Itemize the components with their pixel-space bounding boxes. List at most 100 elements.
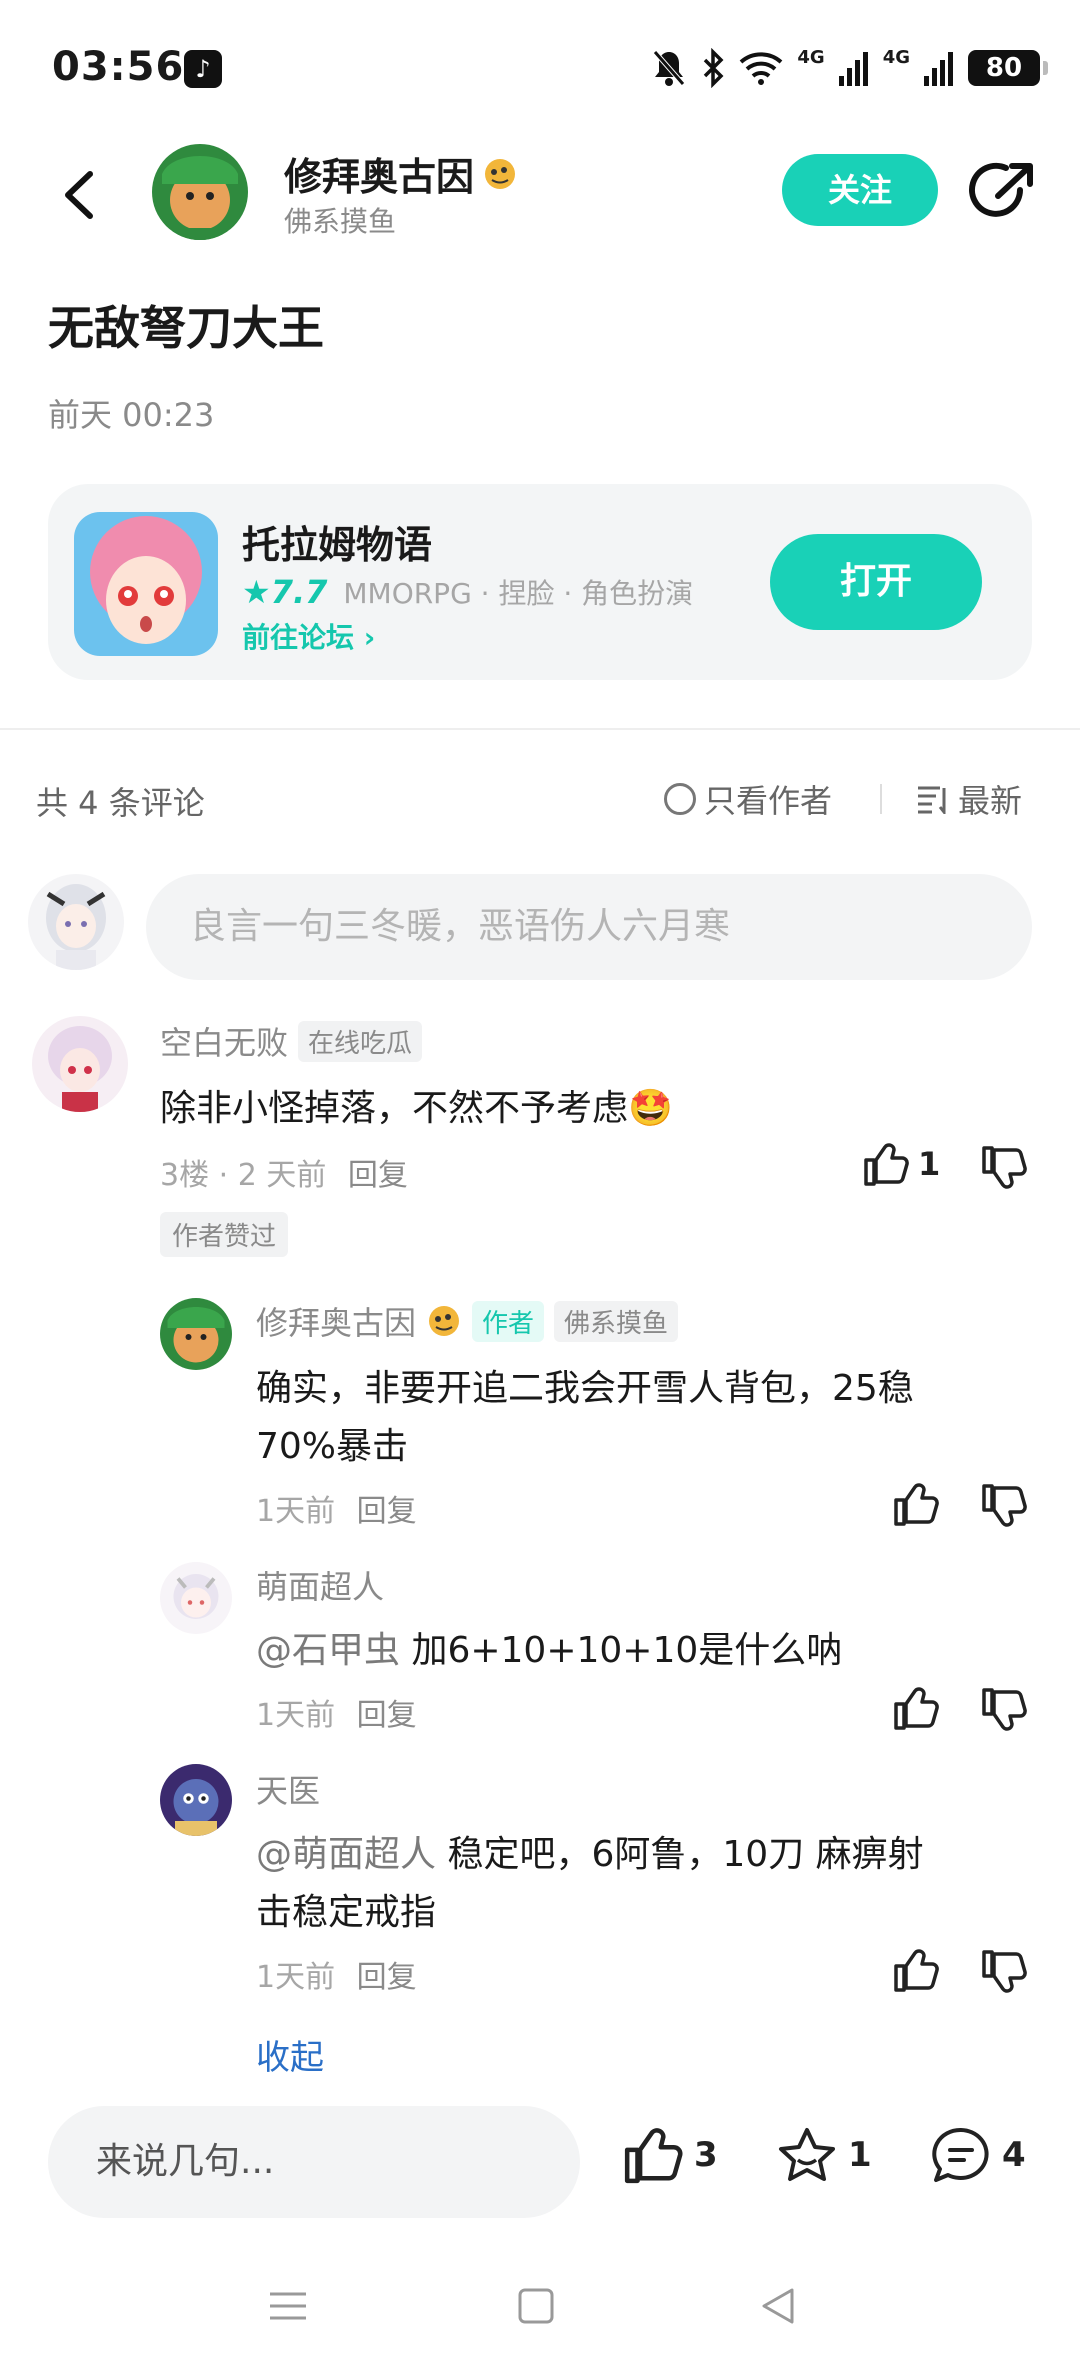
comment-floor-time: 3楼 · 2 天前 (160, 1158, 327, 1193)
replier-name[interactable]: 天医 (256, 1766, 320, 1812)
star-icon (779, 2128, 835, 2181)
post-header: 修拜奥古因 佛系摸鱼 关注 (0, 140, 1080, 250)
reply-text: @石甲虫 加6+10+10+10是什么呐 (256, 1622, 842, 1680)
author-only-toggle[interactable]: 只看作者 (664, 776, 832, 822)
sort-label: 最新 (958, 782, 1023, 820)
battery-indicator: 80 (968, 50, 1048, 86)
level-badge-icon (429, 1306, 460, 1336)
replier-avatar[interactable] (160, 1298, 232, 1370)
radio-icon (664, 783, 696, 815)
replier-avatar[interactable] (160, 1764, 232, 1836)
thumbs-up-icon (864, 1143, 909, 1186)
replier-name-text: 修拜奥古因 (256, 1304, 417, 1342)
author-name-text: 修拜奥古因 (284, 155, 475, 199)
chevron-left-icon (65, 171, 93, 219)
author-liked-tag: 作者赞过 (160, 1212, 289, 1257)
home-icon[interactable] (516, 2286, 556, 2326)
replier-name-text: 天医 (256, 1772, 321, 1810)
system-nav-bar (0, 2242, 1080, 2377)
section-divider (0, 728, 1080, 730)
reply-text-line: 70%暴击 (256, 1426, 409, 1467)
sort-button[interactable]: 最新 (916, 776, 1022, 822)
post-comment-button[interactable]: 4 (930, 2126, 1026, 2184)
commenter-name[interactable]: 空白无败 在线吃瓜 (160, 1018, 423, 1064)
share-button[interactable] (968, 160, 1038, 226)
network-type-2: 4G (882, 47, 910, 68)
author-name[interactable]: 修拜奥古因 (284, 146, 518, 201)
post-title: 无敌弩刀大王 (48, 301, 324, 355)
post-like-count: 3 (694, 2135, 718, 2175)
reply-text-body: 稳定吧，6阿鲁，10刀 麻痹射 (436, 1834, 924, 1875)
signal-icon-2 (924, 52, 953, 86)
mute-bell-icon (653, 50, 686, 86)
reply-time: 1天前 (256, 1494, 336, 1529)
wifi-icon (740, 52, 783, 85)
user-badge: 在线吃瓜 (298, 1020, 423, 1062)
back-button[interactable] (52, 160, 112, 230)
author-avatar[interactable] (152, 144, 248, 240)
reply-text-body: 加6+10+10+10是什么呐 (400, 1630, 843, 1671)
post-favorite-count: 1 (848, 2135, 872, 2175)
comment-input[interactable]: 良言一句三冬暖，恶语伤人六月寒 (146, 874, 1032, 980)
reply-text-line: 确实，非要开追二我会开雪人背包，25稳 (256, 1368, 914, 1409)
thumbs-down-icon[interactable] (980, 1146, 1028, 1190)
user-badge: 佛系摸鱼 (554, 1300, 679, 1342)
thumbs-up-icon[interactable] (892, 1482, 940, 1526)
game-score: ★7.7 (242, 573, 328, 611)
commenter-name-text: 空白无败 (160, 1024, 289, 1062)
post-like-button[interactable]: 3 (622, 2126, 718, 2184)
bottom-action-bar: 来说几句... 3 1 4 (0, 2072, 1080, 2242)
replier-name[interactable]: 修拜奥古因 作者 佛系摸鱼 (256, 1298, 679, 1344)
thumbs-down-icon[interactable] (980, 1484, 1028, 1528)
reply-button[interactable]: 回复 (357, 1960, 417, 1995)
replier-name-text: 萌面超人 (256, 1568, 385, 1606)
network-type-1: 4G (797, 47, 825, 68)
author-only-label: 只看作者 (704, 782, 833, 820)
status-bar: 03:56 ♪ 4G 4G 80 (0, 0, 1080, 140)
thumbs-up-icon[interactable] (892, 1948, 940, 1992)
menu-icon[interactable] (268, 2286, 308, 2326)
thumbs-up-icon (624, 2128, 683, 2184)
bluetooth-icon (704, 48, 724, 88)
my-avatar (28, 874, 124, 970)
thumbs-down-icon[interactable] (980, 1950, 1028, 1994)
comment-text: 除非小怪掉落，不然不予考虑🤩 (160, 1088, 673, 1129)
reply-meta: 1天前 回复 (256, 1486, 417, 1530)
like-count: 1 (918, 1145, 941, 1183)
author-tag: 作者 (472, 1300, 545, 1342)
replier-name[interactable]: 萌面超人 (256, 1562, 384, 1608)
replier-avatar[interactable] (160, 1562, 232, 1634)
game-meta: ★7.7 MMORPG · 捏脸 · 角色扮演 (242, 572, 693, 612)
reply-button[interactable]: 回复 (348, 1158, 408, 1193)
reply-button[interactable]: 回复 (357, 1698, 417, 1733)
like-button[interactable]: 1 (862, 1142, 940, 1186)
comment-icon (932, 2127, 989, 2182)
share-icon (969, 162, 1033, 217)
reply-time: 1天前 (256, 1698, 336, 1733)
follow-button[interactable]: 关注 (782, 154, 938, 226)
game-tags: MMORPG · 捏脸 · 角色扮演 (343, 577, 694, 610)
post-favorite-button[interactable]: 1 (776, 2126, 872, 2184)
game-name[interactable]: 托拉姆物语 (242, 514, 432, 569)
game-icon[interactable] (74, 512, 218, 656)
reply-meta: 1天前 回复 (256, 1952, 417, 1996)
comment-meta: 3楼 · 2 天前 回复 (160, 1150, 408, 1194)
reply-button[interactable]: 回复 (357, 1494, 417, 1529)
go-to-forum-link[interactable]: 前往论坛 › (242, 616, 375, 656)
tiktok-icon: ♪ (184, 50, 222, 88)
bottom-comment-input[interactable]: 来说几句... (48, 2106, 580, 2218)
signal-icon-1 (838, 52, 868, 86)
game-card[interactable]: 托拉姆物语 ★7.7 MMORPG · 捏脸 · 角色扮演 前往论坛 › 打开 (48, 484, 1032, 680)
vertical-divider (880, 784, 882, 814)
reply-text-line: 击稳定戒指 (256, 1892, 437, 1933)
reply-meta: 1天前 回复 (256, 1690, 417, 1734)
mention-link[interactable]: @石甲虫 (256, 1630, 400, 1671)
thumbs-down-icon[interactable] (980, 1688, 1028, 1732)
open-game-button[interactable]: 打开 (770, 534, 982, 630)
thumbs-up-icon[interactable] (892, 1686, 940, 1730)
commenter-avatar[interactable] (32, 1016, 128, 1112)
comment-count: 共 4 条评论 (36, 784, 205, 822)
author-title: 佛系摸鱼 (284, 205, 397, 238)
back-nav-icon[interactable] (758, 2286, 798, 2326)
mention-link[interactable]: @萌面超人 (256, 1834, 436, 1875)
